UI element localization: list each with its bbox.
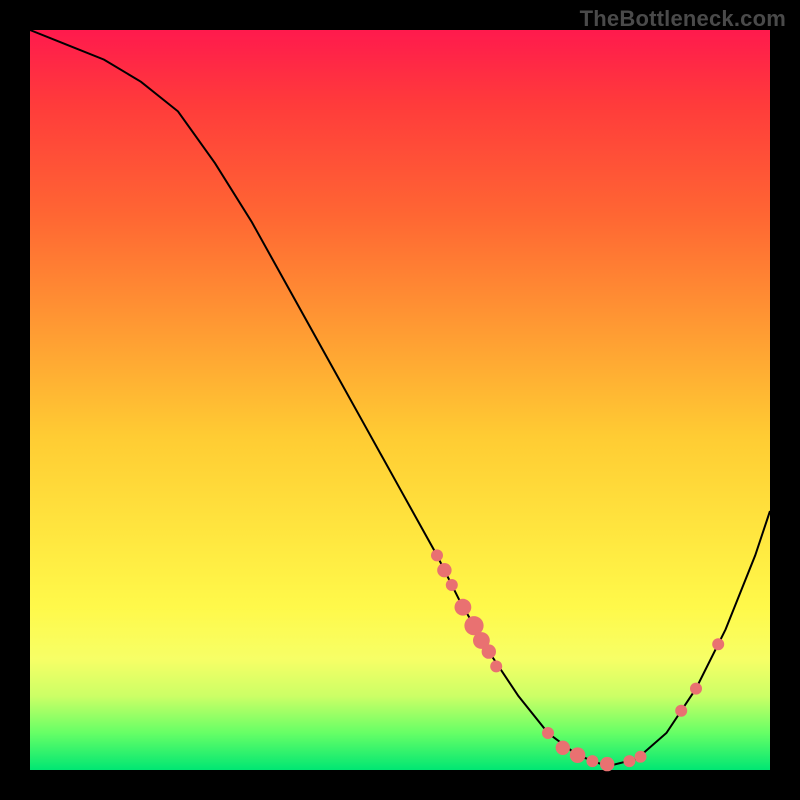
curve-marker bbox=[712, 638, 724, 650]
watermark-text: TheBottleneck.com bbox=[580, 6, 786, 32]
curve-marker bbox=[690, 683, 702, 695]
curve-marker bbox=[556, 741, 570, 755]
curve-marker bbox=[446, 579, 458, 591]
curve-marker bbox=[437, 563, 451, 577]
curve-marker bbox=[600, 757, 614, 771]
curve-marker bbox=[431, 549, 443, 561]
curve-marker bbox=[675, 705, 687, 717]
bottleneck-chart bbox=[30, 30, 770, 770]
curve-marker bbox=[490, 660, 502, 672]
curve-marker bbox=[623, 755, 635, 767]
bottleneck-curve bbox=[30, 30, 770, 766]
curve-marker bbox=[455, 599, 472, 616]
curve-marker bbox=[482, 644, 496, 658]
curve-marker bbox=[586, 755, 598, 767]
curve-marker bbox=[570, 747, 586, 763]
curve-marker bbox=[635, 751, 647, 763]
curve-markers bbox=[431, 549, 724, 771]
curve-marker bbox=[542, 727, 554, 739]
